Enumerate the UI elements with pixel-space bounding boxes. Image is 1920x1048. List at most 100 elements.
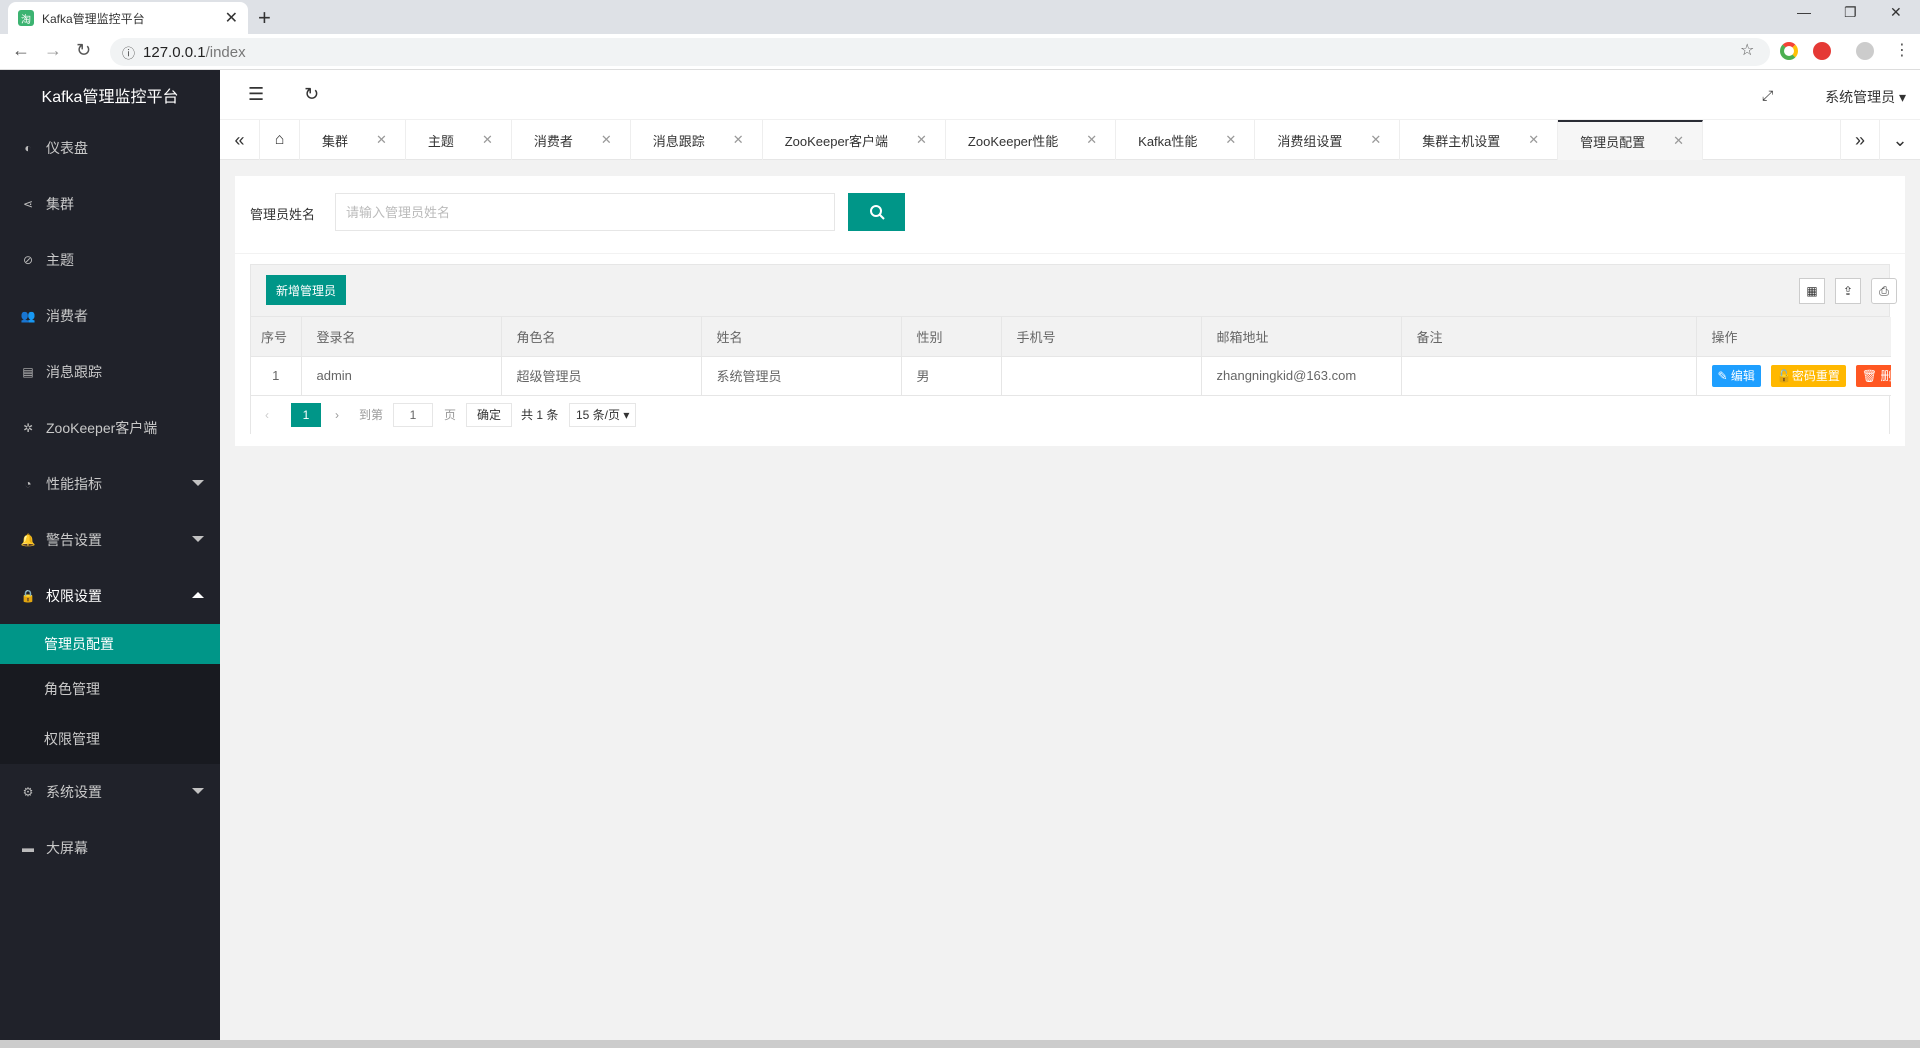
sidebar-item-metrics[interactable]: ◔ 性能指标 (0, 456, 220, 512)
new-tab-icon[interactable]: + (258, 5, 271, 31)
caret-down-icon: ▾ (620, 407, 630, 422)
bookmark-star-icon[interactable]: ☆ (1740, 40, 1754, 60)
edit-button[interactable]: ✎ 编辑 (1711, 364, 1761, 387)
profile-avatar-icon[interactable] (1856, 42, 1874, 60)
extension-chrome-icon[interactable] (1780, 42, 1798, 60)
sidebar-item-zookeeper-client[interactable]: ✲ ZooKeeper客户端 (0, 400, 220, 456)
sidebar-item-message-trace[interactable]: ▤ 消息跟踪 (0, 344, 220, 400)
restore-icon[interactable]: ❐ (1844, 4, 1857, 21)
sidebar-item-system-settings[interactable]: ⚙ 系统设置 (0, 764, 220, 820)
sidebar-item-alerts[interactable]: 🔔 警告设置 (0, 512, 220, 568)
tab-label: 集群 (322, 133, 349, 149)
close-icon[interactable]: ✕ (1086, 132, 1097, 148)
page-size-select[interactable]: 15 条/页 ▾ (569, 402, 637, 427)
sidebar-item-consumer[interactable]: 👥 消费者 (0, 288, 220, 344)
tabs-scroll-right-icon[interactable]: » (1840, 120, 1880, 160)
tab-zookeeper-client[interactable]: ZooKeeper客户端 ✕ (763, 120, 946, 160)
sidebar-item-label: 性能指标 (46, 476, 102, 492)
tab-cluster-host-settings[interactable]: 集群主机设置 ✕ (1400, 120, 1559, 160)
close-icon[interactable]: ✕ (601, 132, 612, 148)
cell-note (1401, 356, 1697, 396)
fullscreen-icon[interactable]: ⤢ (1762, 87, 1773, 104)
sidebar-item-topic[interactable]: ⊘ 主题 (0, 232, 220, 288)
tab-label: 主题 (427, 133, 454, 149)
tab-topic[interactable]: 主题 ✕ (406, 120, 512, 160)
address-bar[interactable]: ⓘ 127.0.0.1 /index (110, 38, 1770, 66)
sidebar-item-dashboard[interactable]: ◐ 仪表盘 (0, 120, 220, 176)
back-icon[interactable]: ← (12, 40, 30, 61)
sidebar-subitem-role-management[interactable]: 角色管理 (0, 664, 220, 714)
toggle-sidebar-icon[interactable]: ☰ (248, 84, 264, 105)
sidebar-item-big-screen[interactable]: ▬ 大屏幕 (0, 820, 220, 876)
sidebar-subitem-admin-config[interactable]: 管理员配置 (0, 624, 220, 664)
tabs-scroll-left-icon[interactable]: « (220, 120, 260, 160)
tab-message-trace[interactable]: 消息跟踪 ✕ (631, 120, 763, 160)
sidebar-item-permissions[interactable]: 🔒 权限设置 (0, 568, 220, 624)
column-header[interactable]: 备注 (1401, 317, 1697, 357)
page-tab-list: 集群 ✕ 主题 ✕ 消费者 ✕ 消息跟踪 ✕ ZooKeeper客户端 ✕ ZooKeep… (300, 120, 1704, 160)
close-icon[interactable]: ✕ (482, 132, 493, 148)
column-header[interactable]: 姓名 (701, 317, 902, 357)
tab-consumer[interactable]: 消费者 ✕ (512, 120, 631, 160)
sidebar-item-label: 集群 (46, 196, 74, 212)
horizontal-scrollbar[interactable] (0, 1040, 1920, 1048)
forward-icon[interactable]: → (44, 40, 62, 61)
users-icon: 👥 (20, 309, 36, 323)
next-page-icon[interactable]: › (335, 403, 339, 427)
column-header[interactable]: 手机号 (1001, 317, 1202, 357)
tab-label: ZooKeeper性能 (967, 133, 1059, 149)
close-icon[interactable]: ✕ (916, 132, 927, 148)
close-icon[interactable]: ✕ (1673, 133, 1684, 149)
close-icon[interactable]: ✕ (1370, 132, 1381, 148)
column-header[interactable]: 邮箱地址 (1201, 317, 1402, 357)
delete-label: 删除 (1880, 369, 1891, 383)
column-header[interactable]: 角色名 (501, 317, 702, 357)
tab-admin-config[interactable]: 管理员配置 ✕ (1558, 120, 1704, 160)
add-admin-button[interactable]: 新增管理员 (266, 275, 347, 305)
gear-icon: ⚙ (22, 785, 34, 799)
column-header[interactable]: 序号 (251, 317, 302, 357)
admin-data-table: 序号 登录名 角色名 姓名 性别 手机号 邮箱地址 备注 操作 1 admin … (251, 317, 1891, 396)
goto-page-input[interactable] (393, 402, 433, 427)
page-tabs: « ⌂ 集群 ✕ 主题 ✕ 消费者 ✕ 消息跟踪 ✕ ZooKeeper客户端 ✕ Zoo… (220, 120, 1920, 160)
sidebar-item-cluster[interactable]: ⋖ 集群 (0, 176, 220, 232)
close-icon[interactable]: ✕ (733, 132, 744, 148)
home-icon[interactable]: ⌂ (260, 120, 300, 160)
minimize-icon[interactable]: — (1797, 4, 1811, 20)
sidebar-item-label: 权限设置 (46, 588, 102, 604)
delete-button[interactable]: 🗑 删除 (1855, 364, 1891, 387)
reset-password-button[interactable]: 🔓密码重置 (1770, 364, 1846, 387)
menu-kebab-icon[interactable]: ⋮ (1894, 40, 1910, 60)
tab-cluster[interactable]: 集群 ✕ (300, 120, 406, 160)
column-header[interactable]: 登录名 (301, 317, 502, 357)
chevron-down-icon (192, 788, 204, 794)
prev-page-icon[interactable]: ‹ (265, 403, 269, 427)
tabs-dropdown-icon[interactable]: ⌄ (1880, 120, 1920, 160)
info-icon[interactable]: ⓘ (122, 43, 135, 62)
lock-icon: 🔒 (20, 589, 36, 603)
close-window-icon[interactable]: ✕ (1890, 4, 1902, 21)
column-header[interactable]: 操作 (1696, 317, 1891, 357)
goto-confirm-button[interactable]: 确定 (466, 402, 513, 427)
refresh-icon[interactable]: ↻ (304, 84, 319, 105)
browser-tab[interactable]: 淘 Kafka管理监控平台 ✕ (8, 2, 248, 34)
close-icon[interactable]: ✕ (376, 132, 387, 148)
tab-consumer-group-settings[interactable]: 消费组设置 ✕ (1255, 120, 1401, 160)
search-label: 管理员姓名 (250, 207, 316, 222)
tab-zookeeper-performance[interactable]: ZooKeeper性能 ✕ (946, 120, 1117, 160)
close-icon[interactable]: ✕ (1225, 132, 1236, 148)
user-menu[interactable]: 系统管理员 ▾ (1825, 87, 1906, 107)
sidebar-subitem-permission-management[interactable]: 权限管理 (0, 714, 220, 764)
reload-icon[interactable]: ↻ (76, 40, 91, 61)
tab-kafka-performance[interactable]: Kafka性能 ✕ (1116, 120, 1256, 160)
export-icon[interactable]: ⇪ (1835, 278, 1861, 304)
close-tab-icon[interactable]: ✕ (225, 8, 238, 28)
search-button[interactable] (848, 193, 905, 231)
column-header[interactable]: 性别 (901, 317, 1002, 357)
columns-filter-icon[interactable]: ▦ (1799, 278, 1825, 304)
close-icon[interactable]: ✕ (1528, 132, 1539, 148)
admin-name-search-input[interactable] (335, 193, 835, 231)
print-icon[interactable]: ⎙ (1871, 278, 1897, 304)
page-number-current[interactable]: 1 (291, 402, 321, 427)
extension-red-icon[interactable] (1813, 42, 1831, 60)
